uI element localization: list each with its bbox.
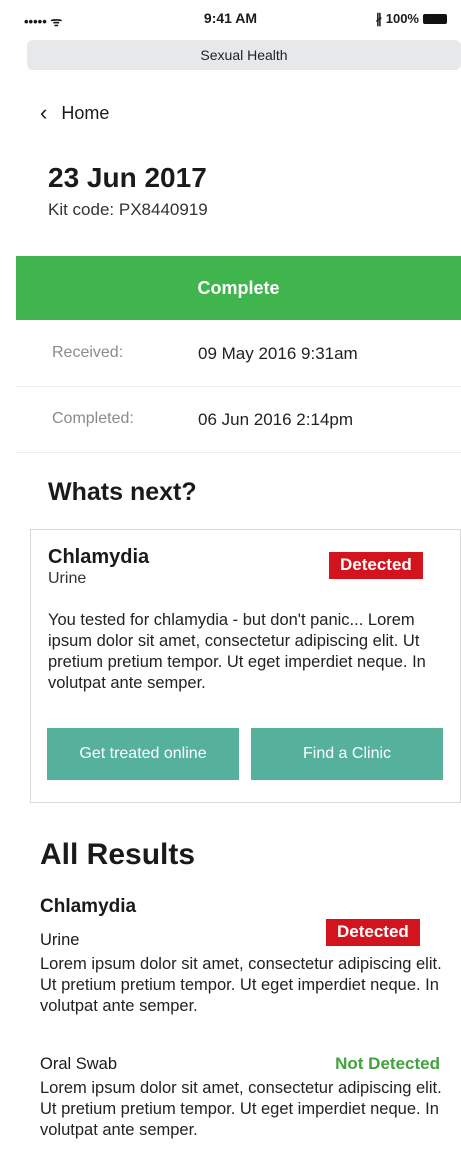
result-sample-oral-swab: Oral Swab [40,1055,118,1073]
card-test-name: Chlamydia [48,546,150,568]
address-bar[interactable]: Sexual Health [27,40,461,70]
result-description: Lorem ipsum dolor sit amet, consectetur … [40,955,442,1015]
card-sample-type: Urine [48,570,87,587]
received-row: Received: 09 May 2016 9:31am [16,320,461,387]
battery-icon [423,14,447,24]
back-link[interactable]: ‹ Home [40,100,109,126]
completed-value: 06 Jun 2016 2:14pm [198,410,354,429]
kit-code: Kit code: PX8440919 [48,200,208,219]
find-clinic-button[interactable]: Find a Clinic [251,728,443,780]
next-step-card: Chlamydia Urine Detected You tested for … [30,529,461,803]
back-label: Home [61,102,110,123]
page-title-bar: Sexual Health [200,47,288,63]
detected-badge: Detected [326,919,420,946]
not-detected-status: Not Detected [335,1054,440,1073]
detected-badge: Detected [329,552,423,579]
received-value: 09 May 2016 9:31am [198,344,358,363]
result-sample-urine: Urine [40,931,80,949]
status-bar: ••••• ᯤ 9:41 AM ∦ 100% [0,0,461,36]
get-treated-online-button[interactable]: Get treated online [47,728,239,780]
completed-row: Completed: 06 Jun 2016 2:14pm [16,386,461,453]
status-banner: Complete [16,256,461,320]
battery-indicator: ∦ 100% [376,11,447,27]
chevron-left-icon: ‹ [40,100,48,125]
card-description: You tested for chlamydia - but don't pan… [48,611,426,692]
completed-label: Completed: [52,410,134,427]
page-title: 23 Jun 2017 [48,162,207,193]
all-results-heading: All Results [40,838,196,871]
result-test-name: Chlamydia [40,896,137,917]
result-description: Lorem ipsum dolor sit amet, consectetur … [40,1079,442,1139]
battery-text: ∦ 100% [375,11,419,26]
whats-next-heading: Whats next? [48,478,197,506]
received-label: Received: [52,344,124,361]
status-label: Complete [197,278,280,298]
